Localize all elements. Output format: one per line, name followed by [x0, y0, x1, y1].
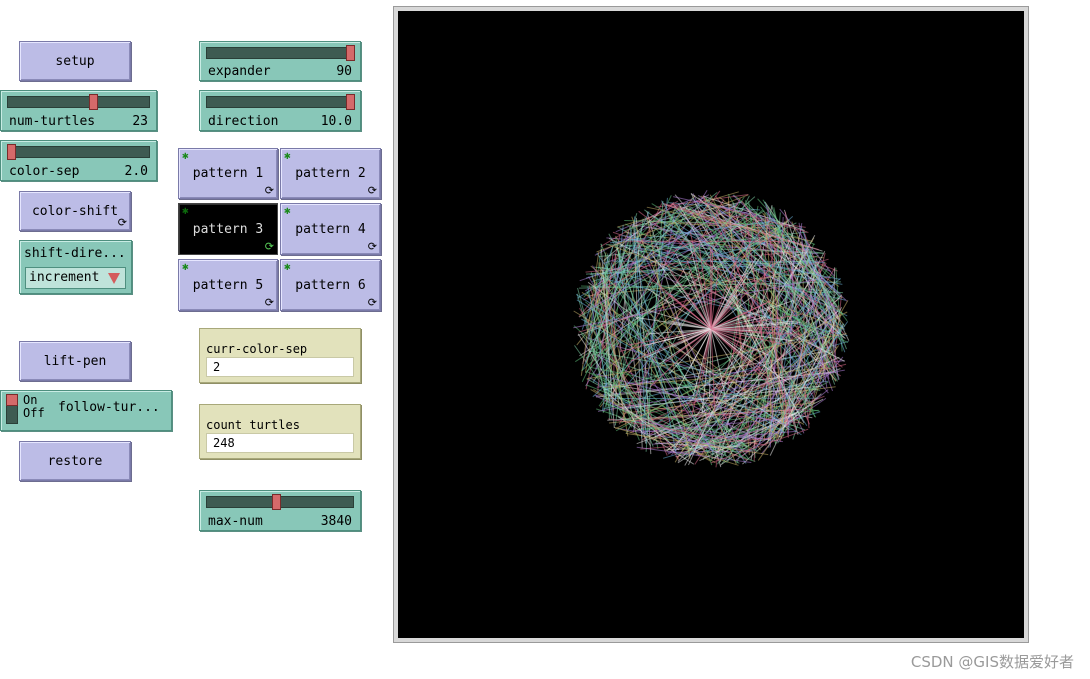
- pattern-3-button[interactable]: ✱ pattern 3 ⟳: [178, 203, 278, 255]
- shift-direction-label: shift-dire...: [24, 246, 126, 261]
- pattern-4-label: pattern 4: [295, 221, 366, 237]
- pattern-1-label: pattern 1: [192, 166, 264, 181]
- forever-icon: ⟳: [264, 184, 274, 197]
- curr-color-sep-value: 2: [206, 357, 354, 377]
- turtle-agent-icon: ✱: [182, 149, 189, 162]
- pattern-3-label: pattern 3: [192, 221, 264, 237]
- turtle-pattern-drawing: [573, 189, 850, 468]
- direction-slider-track[interactable]: [206, 94, 356, 110]
- color-shift-button-label: color-shift: [31, 203, 119, 219]
- forever-icon: ⟳: [367, 296, 377, 309]
- lift-pen-button[interactable]: lift-pen: [19, 341, 131, 381]
- expander-slider-track[interactable]: [206, 45, 356, 61]
- pattern-5-button[interactable]: ✱ pattern 5 ⟳: [178, 259, 278, 311]
- switch-off-label: Off: [23, 406, 45, 420]
- forever-icon: ⟳: [117, 216, 127, 229]
- watermark-text: CSDN @GIS数据爱好者: [910, 653, 1074, 671]
- curr-color-sep-label: curr-color-sep: [206, 342, 308, 356]
- num-turtles-slider[interactable]: num-turtles 23: [0, 90, 157, 131]
- expander-label: expander: [208, 64, 271, 79]
- max-num-label: max-num: [208, 514, 263, 529]
- direction-slider[interactable]: direction 10.0: [199, 90, 361, 131]
- forever-icon: ⟳: [367, 184, 377, 197]
- num-turtles-value: 23: [132, 114, 148, 129]
- max-num-value: 3840: [320, 514, 352, 529]
- pattern-2-label: pattern 2: [295, 166, 366, 181]
- num-turtles-slider-track[interactable]: [7, 94, 150, 110]
- max-num-slider[interactable]: max-num 3840: [199, 490, 361, 531]
- setup-button[interactable]: setup: [19, 41, 131, 81]
- expander-value: 90: [336, 64, 352, 79]
- turtle-agent-icon: ✱: [182, 204, 189, 217]
- count-turtles-monitor: count turtles 248: [199, 404, 361, 459]
- color-sep-value: 2.0: [124, 164, 148, 179]
- expander-slider-thumb[interactable]: [346, 45, 356, 61]
- curr-color-sep-monitor: curr-color-sep 2: [199, 328, 361, 383]
- num-turtles-slider-thumb[interactable]: [88, 94, 98, 110]
- forever-icon: ⟳: [367, 240, 377, 253]
- follow-turtle-label: follow-tur...: [58, 400, 160, 415]
- expander-slider[interactable]: expander 90: [199, 41, 361, 81]
- max-num-slider-track[interactable]: [206, 494, 354, 510]
- restore-button[interactable]: restore: [19, 441, 131, 481]
- turtle-agent-icon: ✱: [284, 260, 291, 273]
- direction-slider-thumb[interactable]: [346, 94, 356, 110]
- direction-label: direction: [208, 114, 279, 129]
- direction-value: 10.0: [320, 114, 352, 129]
- num-turtles-label: num-turtles: [9, 114, 96, 129]
- forever-icon: ⟳: [264, 296, 274, 309]
- shift-direction-select[interactable]: increment: [25, 267, 126, 289]
- pattern-4-button[interactable]: ✱ pattern 4 ⟳: [280, 203, 381, 255]
- color-sep-slider[interactable]: color-sep 2.0: [0, 140, 157, 181]
- pattern-2-button[interactable]: ✱ pattern 2 ⟳: [280, 148, 381, 199]
- world-view[interactable]: [398, 11, 1024, 638]
- count-turtles-value: 248: [206, 433, 354, 453]
- turtle-agent-icon: ✱: [284, 149, 291, 162]
- shift-direction-selected: increment: [29, 270, 100, 285]
- pattern-6-button[interactable]: ✱ pattern 6 ⟳: [280, 259, 381, 311]
- switch-rail[interactable]: [6, 394, 18, 424]
- color-shift-button[interactable]: color-shift ⟳: [19, 191, 131, 231]
- dropdown-triangle-icon: [108, 273, 120, 284]
- restore-button-label: restore: [47, 453, 103, 469]
- count-turtles-label: count turtles: [206, 418, 300, 432]
- turtle-agent-icon: ✱: [284, 204, 291, 217]
- pattern-6-label: pattern 6: [295, 277, 366, 293]
- color-sep-slider-track[interactable]: [6, 144, 150, 160]
- color-sep-label: color-sep: [9, 164, 80, 179]
- pattern-5-label: pattern 5: [192, 277, 264, 293]
- lift-pen-button-label: lift-pen: [43, 353, 107, 369]
- setup-button-label: setup: [55, 53, 95, 69]
- max-num-slider-thumb[interactable]: [271, 494, 281, 510]
- world-view-frame: [393, 6, 1029, 643]
- switch-knob[interactable]: [6, 394, 18, 406]
- follow-turtle-switch[interactable]: On Off follow-tur...: [0, 390, 172, 431]
- turtle-agent-icon: ✱: [182, 260, 189, 273]
- color-sep-slider-thumb[interactable]: [6, 144, 16, 160]
- forever-icon: ⟳: [264, 240, 274, 253]
- shift-direction-chooser[interactable]: shift-dire... increment: [19, 240, 132, 294]
- pattern-1-button[interactable]: ✱ pattern 1 ⟳: [178, 148, 278, 199]
